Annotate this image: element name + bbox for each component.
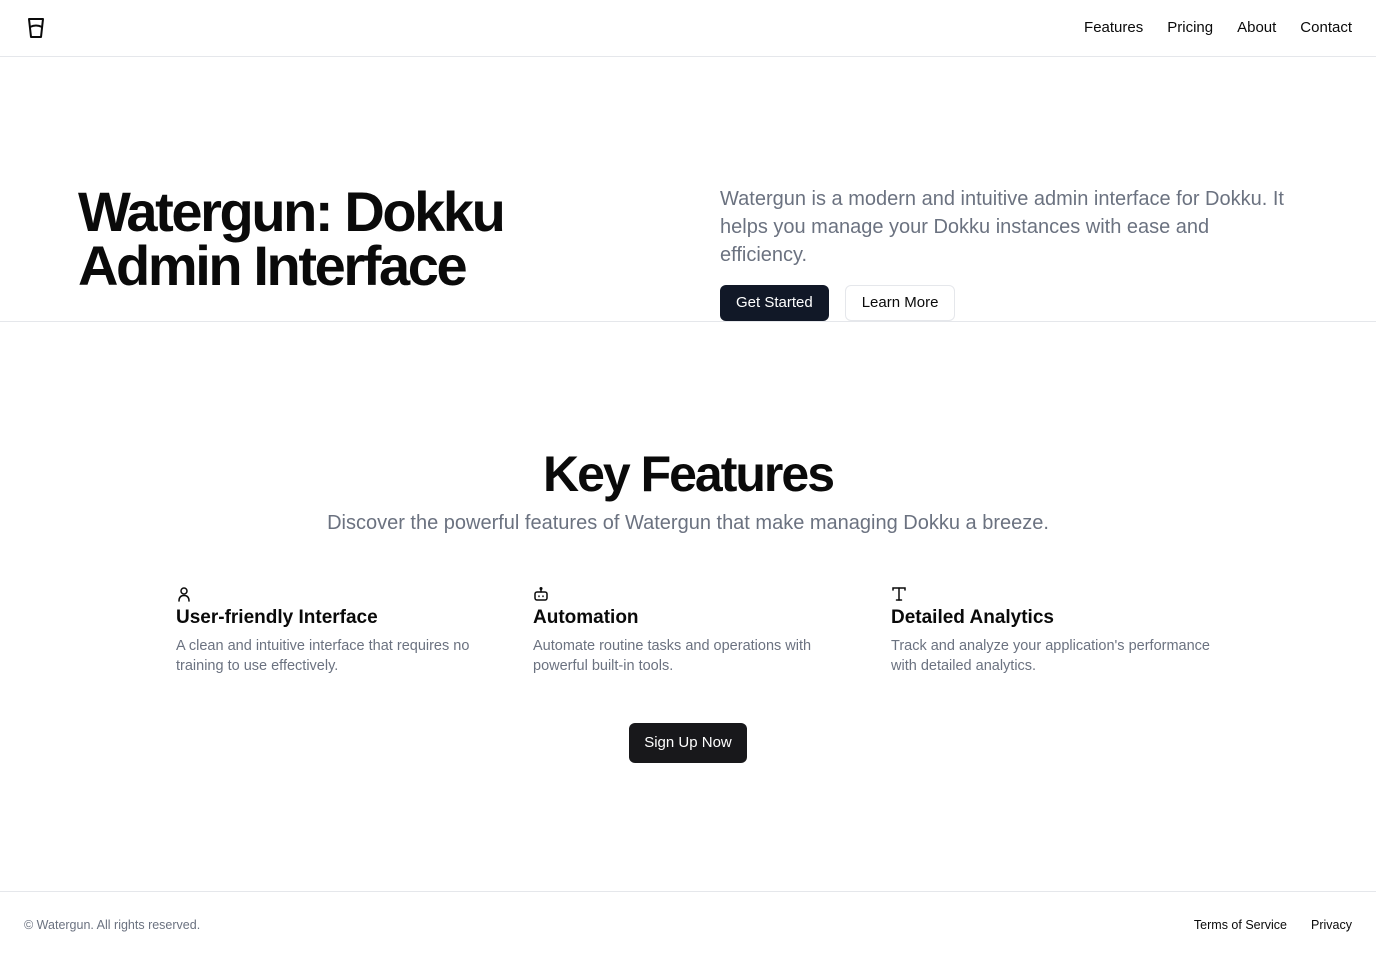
get-started-button[interactable]: Get Started — [720, 285, 829, 321]
feature-card-analytics: Detailed Analytics Track and analyze you… — [891, 586, 1221, 676]
nav-link-contact[interactable]: Contact — [1300, 18, 1352, 38]
feature-card-user-friendly: User-friendly Interface A clean and intu… — [176, 586, 506, 676]
learn-more-button[interactable]: Learn More — [844, 285, 956, 321]
nav-link-features[interactable]: Features — [1084, 18, 1143, 38]
feature-card-automation: Automation Automate routine tasks and op… — [533, 586, 863, 676]
nav-link-about[interactable]: About — [1237, 18, 1276, 38]
features-title: Key Features — [542, 446, 835, 502]
feature-description: A clean and intuitive interface that req… — [176, 638, 470, 674]
feature-title: Automation — [533, 607, 639, 628]
hero-actions: Get Started Learn More — [720, 285, 956, 321]
hero-title: Watergun: Dokku Admin Interface — [78, 180, 506, 297]
features-subtitle: Discover the powerful features of Waterg… — [327, 512, 1049, 534]
privacy-link[interactable]: Privacy — [1311, 916, 1352, 934]
main-nav: Features Pricing About Contact — [1084, 18, 1352, 38]
sign-up-button[interactable]: Sign Up Now — [629, 723, 747, 763]
feature-title: Detailed Analytics — [891, 607, 1054, 628]
feature-title: User-friendly Interface — [176, 607, 378, 628]
footer: © Watergun. All rights reserved. Terms o… — [0, 891, 1376, 956]
user-icon — [176, 586, 192, 602]
terms-of-service-link[interactable]: Terms of Service — [1194, 916, 1287, 934]
feature-description: Track and analyze your application's per… — [891, 638, 1210, 674]
hero-section: Watergun: Dokku Admin Interface Watergun… — [0, 57, 1376, 322]
glass-icon[interactable] — [26, 16, 46, 40]
footer-links: Terms of Service Privacy — [1194, 916, 1352, 934]
hero-description: Watergun is a modern and intuitive admin… — [720, 188, 1284, 266]
feature-description: Automate routine tasks and operations wi… — [533, 638, 812, 674]
copyright-text: © Watergun. All rights reserved. — [24, 918, 201, 932]
nav-link-pricing[interactable]: Pricing — [1167, 18, 1213, 38]
top-navigation-bar: Features Pricing About Contact — [0, 0, 1376, 57]
type-icon — [891, 586, 907, 602]
bot-icon — [533, 586, 549, 602]
